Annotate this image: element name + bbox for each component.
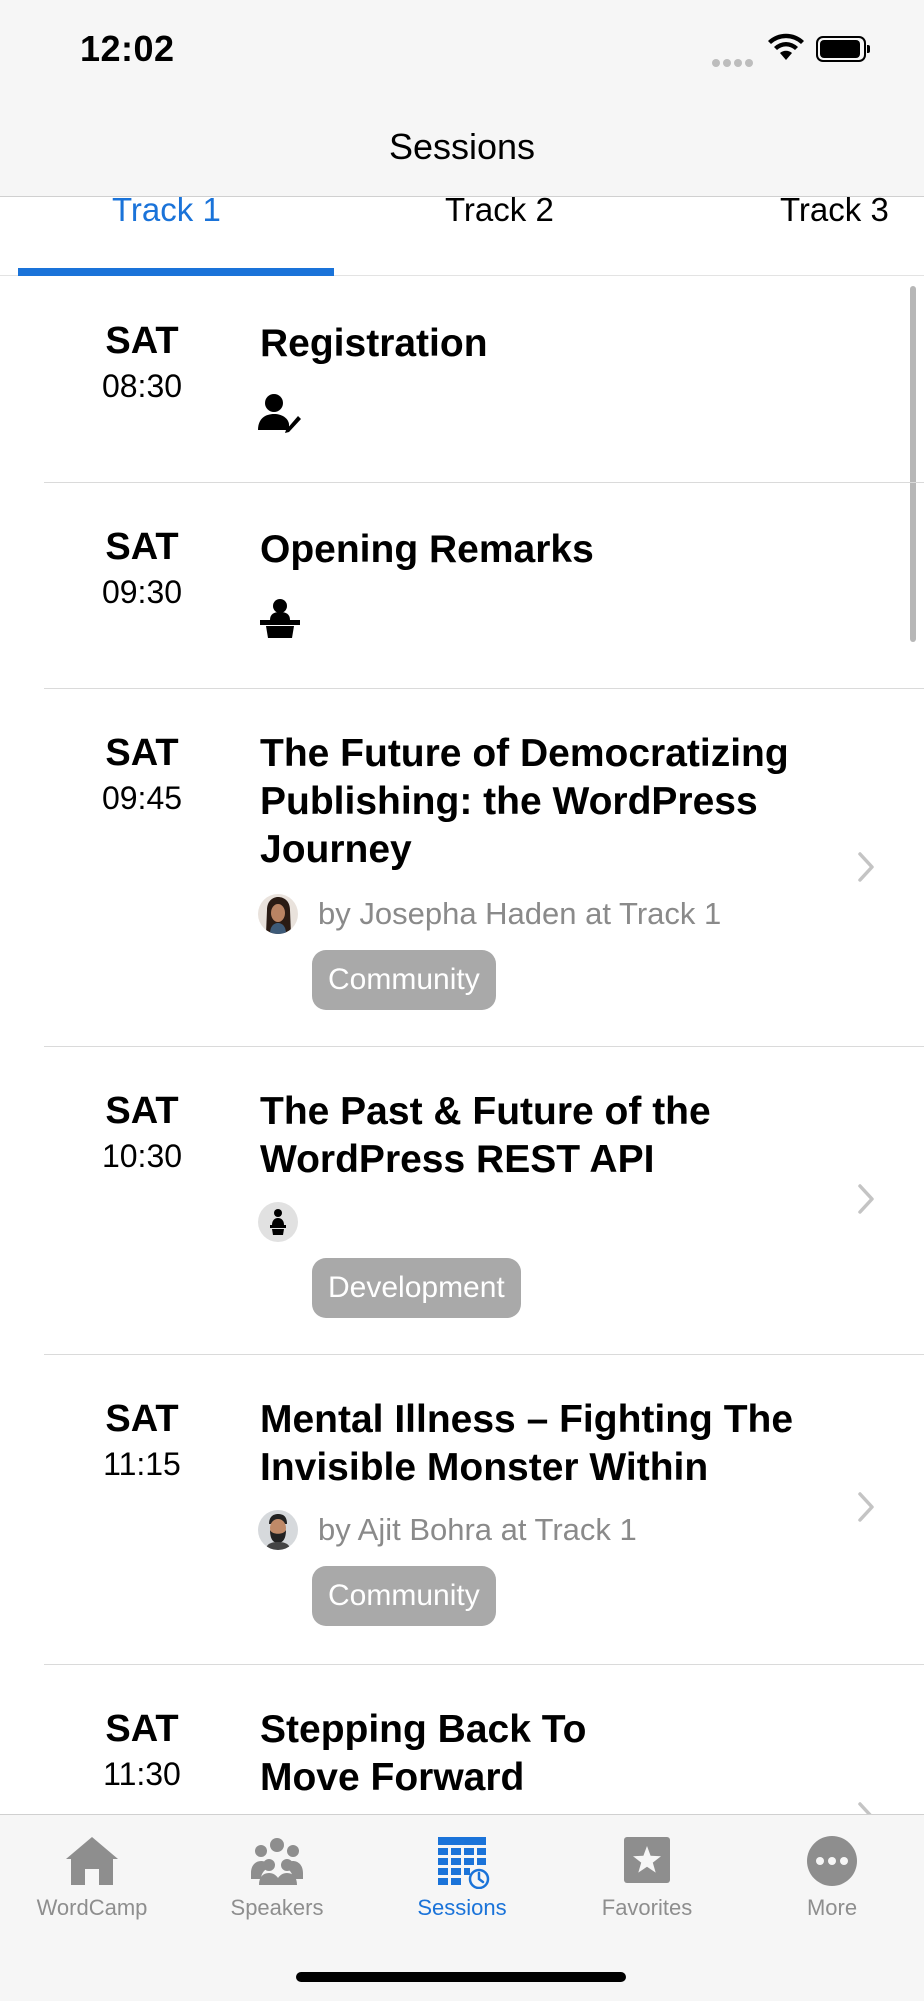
session-day: SAT	[105, 1708, 179, 1750]
tab-track-1[interactable]: Track 1	[112, 191, 221, 229]
session-time: 11:15	[103, 1446, 181, 1482]
navigation-bar: Sessions	[0, 100, 924, 197]
chevron-right-icon	[858, 1184, 874, 1214]
registration-icon	[258, 394, 301, 433]
chevron-right-icon	[858, 852, 874, 882]
session-title: The Past & Future of the WordPress REST …	[260, 1090, 711, 1181]
session-speaker: by Ajit Bohra at Track 1	[318, 1512, 637, 1547]
cellular-signal-icon	[712, 54, 756, 72]
session-title: The Future of Democratizing Publishing: …	[260, 732, 789, 871]
speaker-avatar	[258, 894, 298, 934]
session-day: SAT	[105, 526, 179, 568]
more-icon	[807, 1836, 857, 1886]
tab-bar-label: Favorites	[601, 1895, 693, 1920]
calendar-grid-icon	[438, 1837, 490, 1889]
track-tabs: Track 1 Track 2 Track 3	[0, 191, 924, 276]
page-title: Sessions	[388, 126, 536, 167]
home-icon	[66, 1837, 118, 1885]
session-day: SAT	[105, 1090, 179, 1132]
session-row[interactable]: SAT 11:30 Stepping Back To Move Forward	[0, 1664, 924, 1832]
session-row[interactable]: SAT 08:30 Registration	[0, 276, 924, 482]
session-time: 11:30	[103, 1756, 181, 1792]
podium-icon	[260, 599, 300, 638]
session-row[interactable]: SAT 09:30 Opening Remarks	[0, 482, 924, 688]
session-row[interactable]: SAT 10:30 The Past & Future of the WordP…	[0, 1046, 924, 1354]
tab-bar-label: Speakers	[230, 1895, 324, 1920]
status-bar: 12:02	[0, 0, 924, 100]
session-time: 10:30	[101, 1138, 183, 1174]
tab-bar-item-more[interactable]: More	[740, 1815, 924, 1935]
star-icon	[624, 1837, 670, 1883]
chevron-right-icon	[858, 1492, 874, 1522]
tab-bar-label: WordCamp	[36, 1895, 148, 1920]
tab-bar-label: More	[806, 1895, 858, 1920]
home-indicator	[296, 1972, 626, 1982]
wifi-icon	[768, 33, 804, 60]
speaker-placeholder-icon	[258, 1202, 298, 1242]
session-tag[interactable]: Community	[312, 950, 496, 1010]
session-title: Mental Illness – Fighting The Invisible …	[260, 1398, 794, 1489]
tab-bar-label: Sessions	[417, 1895, 507, 1920]
session-time: 09:30	[101, 574, 183, 610]
session-time: 09:45	[101, 780, 183, 816]
people-icon	[251, 1838, 303, 1885]
session-row[interactable]: SAT 09:45 The Future of Democratizing Pu…	[0, 688, 924, 1046]
session-tag[interactable]: Community	[312, 1566, 496, 1626]
session-row[interactable]: SAT 11:15 Mental Illness – Fighting The …	[0, 1354, 924, 1664]
status-time: 12:02	[80, 28, 175, 69]
session-title: Opening Remarks	[260, 528, 594, 571]
session-title: Registration	[260, 322, 488, 365]
tab-bar-item-favorites[interactable]: Favorites	[555, 1815, 739, 1935]
session-day: SAT	[105, 1398, 179, 1440]
tab-bar-item-speakers[interactable]: Speakers	[185, 1815, 369, 1935]
tab-bar-item-sessions[interactable]: Sessions	[370, 1815, 554, 1935]
battery-icon	[816, 36, 870, 62]
speaker-avatar	[258, 1510, 298, 1550]
session-time: 08:30	[101, 368, 183, 404]
active-tab-indicator	[18, 268, 334, 276]
session-day: SAT	[105, 732, 179, 774]
tab-track-2[interactable]: Track 2	[445, 191, 554, 229]
session-tag[interactable]: Development	[312, 1258, 521, 1318]
session-day: SAT	[105, 320, 179, 362]
session-title: Stepping Back To Move Forward	[260, 1708, 587, 1799]
tab-bar-item-wordcamp[interactable]: WordCamp	[0, 1815, 184, 1935]
tab-track-3[interactable]: Track 3	[780, 191, 889, 229]
session-speaker: by Josepha Haden at Track 1	[318, 896, 722, 931]
